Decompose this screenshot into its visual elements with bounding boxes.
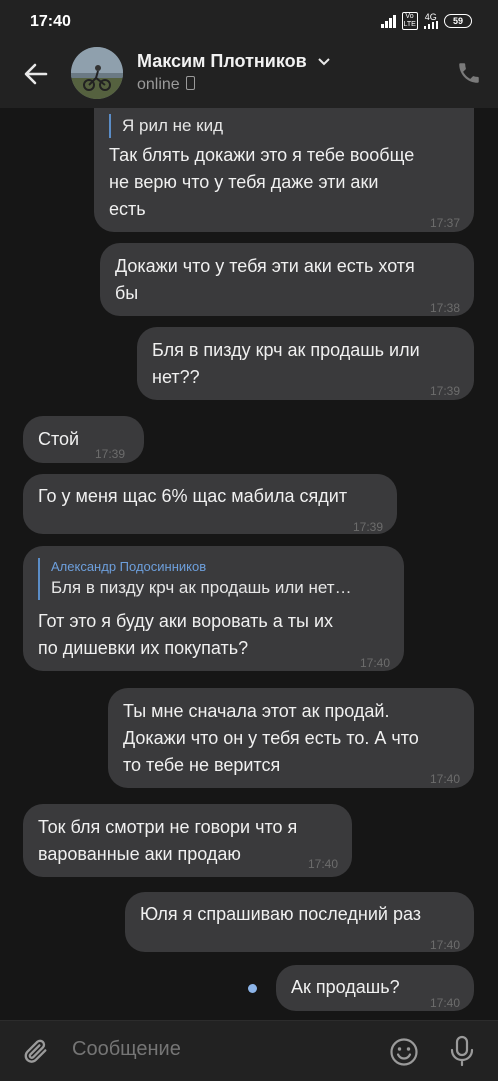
message-bubble-outgoing[interactable]: Докажи что у тебя эти аки есть хотя бы 1… [100, 243, 474, 316]
message-bubble-incoming[interactable]: Го у меня щас 6% щас мабила сядит 17:39 [23, 474, 397, 534]
battery-icon: 59 [444, 14, 472, 28]
signal-icon [381, 14, 396, 28]
message-text: Ак продашь? [291, 974, 400, 1001]
message-input[interactable] [72, 1038, 372, 1061]
message-line: Докажи что у тебя эти аки есть хотя [115, 256, 415, 276]
volte-badge: Vo LTE [401, 12, 418, 30]
status-time: 17:40 [30, 13, 71, 30]
message-line: Бля в пизду крч ак продашь или [152, 340, 420, 360]
message-time: 17:39 [352, 520, 383, 534]
message-line: Так блять докажи это я тебе вообще [109, 145, 415, 165]
message-line: варованные аки продаю [38, 844, 241, 864]
microphone-icon[interactable] [449, 1035, 475, 1067]
message-bubble-outgoing[interactable]: Бля в пизду крч ак продашь или нет?? 17:… [137, 327, 474, 400]
message-line: Го у меня щас 6% щас мабила сядит [38, 486, 348, 506]
message-bubble-outgoing[interactable]: Юля я спрашиваю последний раз 17:40 [125, 892, 474, 952]
back-arrow-icon[interactable] [22, 60, 50, 88]
chevron-down-icon[interactable] [317, 58, 330, 66]
message-time: 17:40 [429, 772, 460, 786]
network-indicator: 4G [423, 12, 438, 29]
message-text: Гот это я буду аки воровать а ты их по д… [38, 608, 333, 662]
message-text: Стой [38, 426, 79, 453]
avatar-image [71, 47, 123, 99]
message-text: Ты мне сначала этот ак продай. Докажи чт… [123, 698, 419, 779]
signal-icon-2 [423, 21, 438, 29]
status-bar: 17:40 Vo LTE 4G 59 [0, 0, 498, 42]
message-bubble-outgoing[interactable]: Ты мне сначала этот ак продай. Докажи чт… [108, 688, 474, 788]
message-line: Стой [38, 429, 80, 449]
message-time: 17:40 [429, 938, 460, 952]
message-time: 17:39 [429, 384, 460, 398]
message-line: нет?? [152, 367, 200, 387]
presence-text: online [137, 76, 180, 93]
message-text: Бля в пизду крч ак продашь или нет?? [152, 337, 420, 391]
emoji-icon[interactable] [389, 1037, 419, 1067]
message-feed[interactable]: Я рил не кид Так блять докажи это я тебе… [0, 108, 498, 1020]
message-bubble-incoming[interactable]: Стой 17:39 [23, 416, 144, 463]
message-line: бы [115, 283, 139, 303]
reply-quote-author: Александр Подосинников [51, 559, 207, 574]
message-text: Юля я спрашиваю последний раз [140, 901, 421, 928]
message-line: есть [109, 199, 146, 219]
mobile-phone-icon [185, 76, 195, 90]
message-bubble-incoming[interactable]: Ток бля смотри не говори что я варованны… [23, 804, 352, 877]
message-line: Гот это я буду аки воровать а ты их [38, 611, 333, 631]
paperclip-icon[interactable] [22, 1037, 50, 1065]
avatar[interactable] [71, 47, 123, 99]
message-composer [0, 1020, 498, 1081]
message-bubble-incoming[interactable]: Александр Подосинников Бля в пизду крч а… [23, 546, 404, 671]
unread-indicator [248, 984, 257, 993]
message-time: 17:37 [429, 216, 460, 230]
reply-quote[interactable]: Я рил не кид [109, 114, 223, 138]
network-type: 4G [424, 12, 437, 22]
message-line: Докажи что он у тебя есть то. А что [123, 728, 419, 748]
contact-name[interactable]: Максим Плотников [137, 51, 330, 72]
chat-header: Максим Плотников online [0, 42, 498, 108]
message-line: не верю что у тебя даже эти аки [109, 172, 379, 192]
message-text: Так блять докажи это я тебе вообще не ве… [109, 142, 414, 223]
reply-quote-text: Я рил не кид [122, 116, 224, 135]
message-time: 17:40 [429, 996, 460, 1010]
message-time: 17:38 [429, 301, 460, 315]
message-bubble-incoming[interactable]: Я рил не кид Так блять докажи это я тебе… [94, 108, 474, 232]
message-line: Ток бля смотри не говори что я [38, 817, 298, 837]
message-line: Ты мне сначала этот ак продай. [123, 701, 390, 721]
message-line: Юля я спрашиваю последний раз [140, 904, 422, 924]
message-line: по дишевки их покупать? [38, 638, 249, 658]
presence-status: online [137, 76, 195, 94]
message-text: Докажи что у тебя эти аки есть хотя бы [115, 253, 415, 307]
reply-quote[interactable]: Александр Подосинников Бля в пизду крч а… [38, 558, 352, 600]
status-icons: Vo LTE 4G 59 [381, 12, 472, 30]
message-time: 17:39 [95, 447, 126, 461]
message-text: Ток бля смотри не говори что я варованны… [38, 814, 297, 868]
phone-call-icon[interactable] [456, 60, 482, 86]
message-time: 17:40 [359, 656, 390, 670]
message-line: Ак продашь? [291, 977, 400, 997]
message-line: то тебе не верится [123, 755, 281, 775]
message-bubble-outgoing[interactable]: Ак продашь? 17:40 [276, 965, 474, 1011]
message-text: Го у меня щас 6% щас мабила сядит [38, 483, 347, 510]
battery-level: 59 [452, 16, 463, 26]
message-time: 17:40 [307, 857, 338, 871]
contact-name-text: Максим Плотников [137, 51, 307, 71]
reply-quote-text: Бля в пизду крч ак продашь или нет… [51, 578, 352, 597]
